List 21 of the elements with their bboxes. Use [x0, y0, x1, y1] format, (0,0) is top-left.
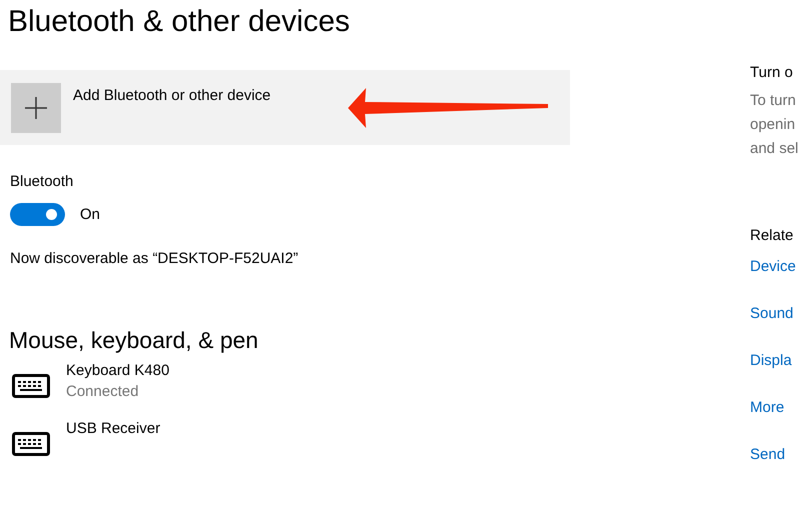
- add-device-button[interactable]: Add Bluetooth or other device: [0, 70, 570, 145]
- bluetooth-toggle[interactable]: [10, 203, 65, 226]
- toggle-state: On: [80, 206, 100, 223]
- page-title: Bluetooth & other devices: [8, 5, 351, 40]
- related-link[interactable]: Send: [750, 446, 798, 463]
- device-name: USB Receiver: [66, 420, 160, 437]
- bluetooth-label: Bluetooth: [10, 173, 74, 190]
- side-description: To turn openin and sel: [750, 91, 798, 159]
- device-name: Keyboard K480: [66, 362, 170, 379]
- keyboard-icon: [12, 432, 50, 456]
- related-link[interactable]: Sound: [750, 305, 798, 322]
- related-link[interactable]: Device: [750, 258, 798, 275]
- keyboard-icon: [12, 374, 50, 398]
- side-heading: Turn o: [750, 64, 794, 81]
- device-status: Connected: [66, 383, 140, 400]
- discoverable-text: Now discoverable as “DESKTOP-F52UAI2”: [10, 250, 300, 267]
- section-heading: Mouse, keyboard, & pen: [9, 327, 260, 354]
- related-heading: Relate: [750, 227, 794, 244]
- related-link[interactable]: Displa: [750, 352, 798, 369]
- related-link[interactable]: More: [750, 399, 798, 416]
- plus-icon: [11, 83, 61, 133]
